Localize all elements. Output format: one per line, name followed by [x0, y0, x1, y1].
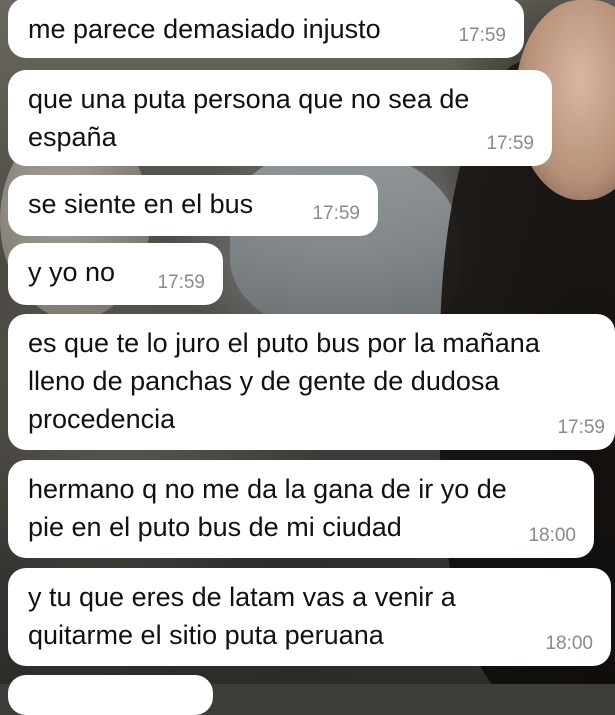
message-text: que una puta persona que no sea de españ… — [28, 84, 470, 152]
message-bubble[interactable]: me parece demasiado injusto 17:59 — [8, 0, 524, 58]
message-bubble[interactable]: y tu que eres de latam vas a venir a qui… — [8, 568, 611, 666]
message-text: es que te lo juro el puto bus por la mañ… — [28, 328, 540, 434]
message-timestamp: 18:00 — [545, 633, 593, 654]
message-bubble[interactable]: se siente en el bus 17:59 — [8, 175, 378, 236]
message-timestamp: 17:59 — [312, 203, 360, 224]
message-timestamp: 18:00 — [528, 525, 576, 546]
message-text: hermano q no me da la gana de ir yo de p… — [28, 474, 507, 542]
message-bubble[interactable]: y yo no 17:59 — [8, 243, 223, 305]
message-text: me parece demasiado injusto — [28, 14, 381, 44]
message-bubble[interactable]: es que te lo juro el puto bus por la mañ… — [8, 314, 615, 450]
message-bubble[interactable]: que una puta persona que no sea de españ… — [8, 70, 552, 166]
message-bubble-partial[interactable] — [8, 675, 213, 715]
message-bubble[interactable]: hermano q no me da la gana de ir yo de p… — [8, 460, 594, 558]
message-timestamp: 17:59 — [458, 25, 506, 46]
message-timestamp: 17:59 — [486, 133, 534, 154]
message-text: y tu que eres de latam vas a venir a qui… — [28, 582, 456, 650]
message-timestamp: 17:59 — [157, 272, 205, 293]
message-list: me parece demasiado injusto 17:59 que un… — [0, 0, 615, 715]
message-timestamp: 17:59 — [557, 417, 605, 438]
